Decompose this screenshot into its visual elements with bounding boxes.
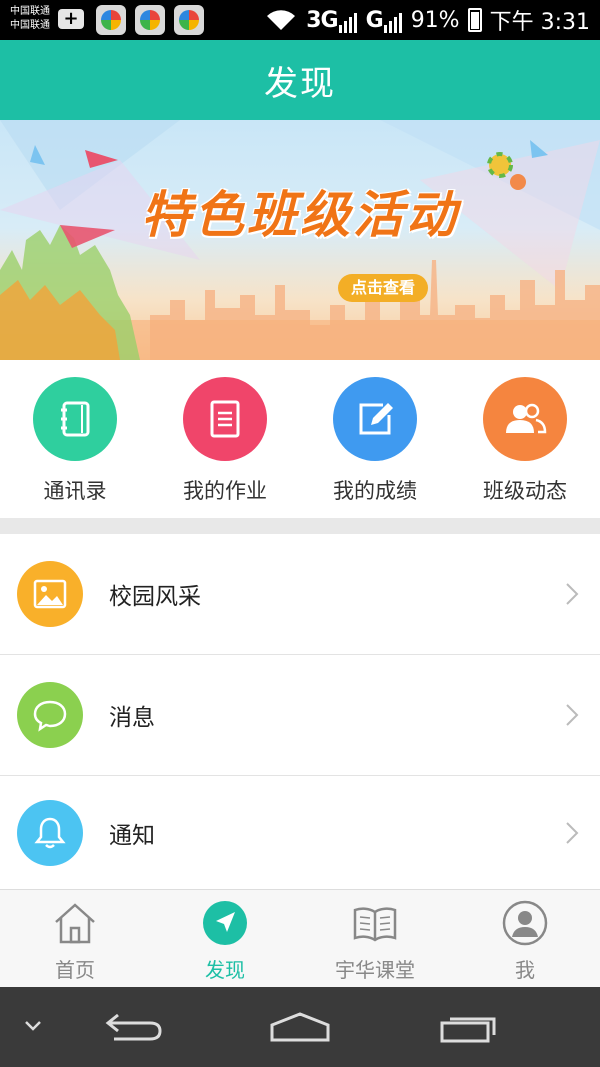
quick-grades[interactable]: 我的成绩 <box>300 360 450 518</box>
picture-icon <box>17 561 83 627</box>
list-item-label: 消息 <box>109 705 155 731</box>
tab-home[interactable]: 首页 <box>0 890 150 987</box>
user-avatar-icon <box>502 900 548 946</box>
chevron-right-icon <box>566 704 579 726</box>
recent-apps-icon[interactable] <box>438 1013 498 1043</box>
tab-me[interactable]: 我 <box>450 890 600 987</box>
app-notification-icon <box>135 5 165 35</box>
page-title: 发现 <box>264 63 336 104</box>
clock: 下午 3:31 <box>489 10 590 35</box>
homework-document-icon <box>183 377 267 461</box>
class-people-icon <box>483 377 567 461</box>
quick-actions: 通讯录 我的作业 我的成绩 班级动态 <box>0 360 600 518</box>
chevron-right-icon <box>566 822 579 844</box>
app-notification-icon <box>96 5 126 35</box>
back-icon[interactable] <box>104 1011 162 1043</box>
add-notification-icon: + <box>58 9 84 29</box>
section-divider <box>0 518 600 534</box>
bell-icon <box>17 800 83 866</box>
quick-contacts[interactable]: 通讯录 <box>0 360 150 518</box>
compass-navigation-icon <box>202 900 248 946</box>
list-item-messages[interactable]: 消息 <box>0 655 600 776</box>
battery-percent: 91% <box>410 7 460 33</box>
list-item-label: 通知 <box>109 823 155 849</box>
signal-bars-icon <box>338 12 357 33</box>
tab-classroom[interactable]: 宇华课堂 <box>300 890 450 987</box>
signal-sim-2: G <box>366 8 403 33</box>
banner-title: 特色班级活动 <box>141 186 459 244</box>
banner-view-button[interactable]: 点击查看 <box>338 274 428 302</box>
activity-banner[interactable]: 特色班级活动 点击查看 <box>0 120 600 360</box>
chevron-down-icon[interactable] <box>24 1019 42 1033</box>
quick-contacts-label: 通讯录 <box>43 479 107 503</box>
app-bar: 发现 <box>0 40 600 120</box>
edit-grades-icon <box>333 377 417 461</box>
bottom-navigation: 首页 发现 宇华课堂 我 <box>0 889 600 987</box>
battery-icon <box>467 8 482 32</box>
chat-bubble-icon <box>17 682 83 748</box>
signal-bars-icon <box>383 12 402 33</box>
quick-class-news[interactable]: 班级动态 <box>450 360 600 518</box>
carrier-1: 中国联通 <box>10 6 50 17</box>
tab-label: 首页 <box>55 958 95 982</box>
network-type-1: 3G <box>306 7 338 33</box>
home-button-icon[interactable] <box>268 1011 332 1043</box>
signal-sim-1: 3G <box>306 8 357 33</box>
app-notification-icon <box>174 5 204 35</box>
list-item-campus[interactable]: 校园风采 <box>0 534 600 655</box>
quick-homework-label: 我的作业 <box>183 479 267 503</box>
list-item-notice[interactable]: 通知 <box>0 776 600 890</box>
discover-list: 校园风采 消息 通知 <box>0 534 600 890</box>
status-bar: 中国联通 中国联通 + 3G G 91% 下午 3:31 <box>0 0 600 40</box>
list-item-label: 校园风采 <box>109 584 201 610</box>
tab-label: 发现 <box>205 958 245 982</box>
quick-class-news-label: 班级动态 <box>483 479 567 503</box>
contacts-book-icon <box>33 377 117 461</box>
network-type-2: G <box>365 7 384 33</box>
tab-discover[interactable]: 发现 <box>150 890 300 987</box>
wifi-icon <box>264 9 298 31</box>
tab-label: 宇华课堂 <box>335 958 415 982</box>
home-icon <box>52 900 98 946</box>
quick-homework[interactable]: 我的作业 <box>150 360 300 518</box>
open-book-icon <box>352 900 398 946</box>
chevron-right-icon <box>566 583 579 605</box>
carrier-2: 中国联通 <box>10 20 50 31</box>
tab-label: 我 <box>515 958 535 982</box>
carrier-names: 中国联通 中国联通 <box>10 5 50 33</box>
quick-grades-label: 我的成绩 <box>333 479 417 503</box>
system-navigation-bar <box>0 987 600 1067</box>
